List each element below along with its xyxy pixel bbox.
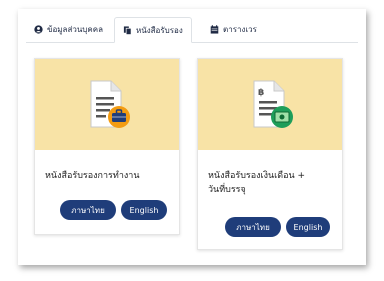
tab-bar: ข้อมูลส่วนบุคคล หนังสือรับรอง ตารางเวร (26, 17, 358, 43)
user-circle-icon (34, 24, 43, 34)
salary-certificate-card: ฿ หนังสือรับรองเงินเดือน + วันที่บรรจุ ภ… (197, 58, 343, 250)
baht-symbol: ฿ (258, 88, 264, 98)
salary-certificate-title-line1: หนังสือรับรองเงินเดือน + (208, 171, 306, 181)
employment-certificate-thai-button[interactable]: ภาษาไทย (60, 200, 116, 220)
documents-icon (123, 25, 132, 35)
tab-certificates[interactable]: หนังสือรับรอง (114, 17, 192, 43)
salary-certificate-thai-button[interactable]: ภาษาไทย (225, 217, 281, 237)
tab-schedule-label: ตารางเวร (223, 24, 257, 34)
employment-certificate-card: หนังสือรับรองการทำงาน ภาษาไทย English (34, 58, 180, 235)
document-with-briefcase-icon (90, 80, 130, 128)
tab-certificates-label: หนังสือรับรอง (136, 25, 183, 35)
salary-certificate-title: หนังสือรับรองเงินเดือน + วันที่บรรจุ (208, 169, 334, 197)
tab-personal-info[interactable]: ข้อมูลส่วนบุคคล (26, 17, 111, 41)
tab-schedule[interactable]: ตารางเวร (202, 17, 265, 41)
employment-certificate-english-button[interactable]: English (121, 200, 167, 220)
calendar-icon (210, 24, 219, 34)
tab-personal-info-label: ข้อมูลส่วนบุคคล (47, 24, 103, 34)
salary-certificate-title-line2: วันที่บรรจุ (208, 185, 246, 195)
certificate-panel: ข้อมูลส่วนบุคคล หนังสือรับรอง ตารางเวร ห… (18, 9, 366, 265)
employment-certificate-title: หนังสือรับรองการทำงาน (45, 171, 140, 181)
salary-certificate-card-image: ฿ (198, 59, 342, 150)
employment-certificate-card-image (35, 59, 179, 150)
salary-certificate-english-button[interactable]: English (286, 217, 330, 237)
document-with-money-icon: ฿ (253, 80, 293, 128)
